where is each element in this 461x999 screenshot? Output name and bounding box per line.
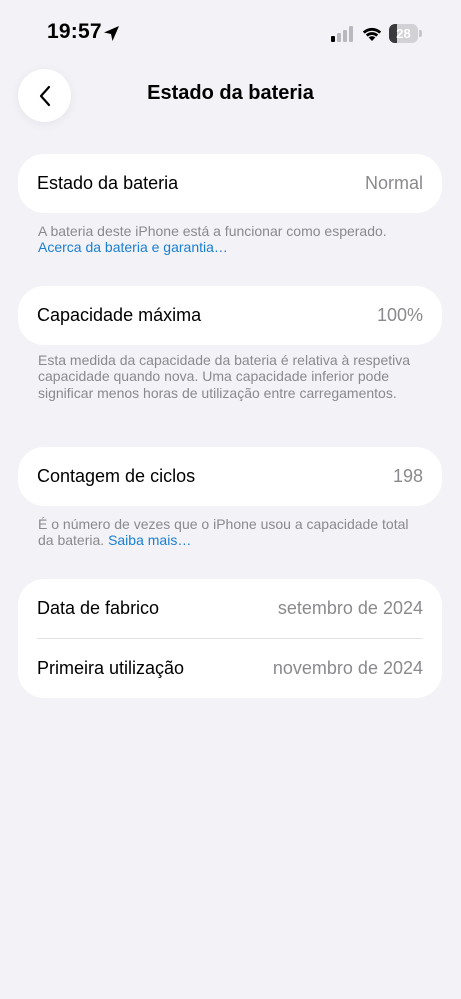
status-bar: 19:57 28 [0, 0, 461, 68]
cycle-count-row: Contagem de ciclos 198 [18, 447, 442, 506]
battery-health-footnote: A bateria deste iPhone está a funcionar … [38, 223, 418, 256]
cellular-signal-icon [331, 26, 353, 42]
battery-health-description: A bateria deste iPhone está a funcionar … [38, 223, 387, 239]
battery-icon: 28 [389, 24, 423, 43]
location-arrow-icon [104, 26, 119, 41]
battery-health-card: Estado da bateria Normal [18, 154, 442, 213]
battery-health-label: Estado da bateria [37, 173, 179, 193]
battery-level: 28 [396, 26, 411, 41]
battery-health-row: Estado da bateria Normal [18, 154, 442, 213]
manufacture-date-value: setembro de 2024 [277, 598, 423, 618]
battery-health-value: Normal [364, 173, 423, 193]
manufacture-date-label: Data de fabrico [37, 598, 160, 618]
cycle-count-label: Contagem de ciclos [37, 466, 196, 486]
dates-card: Data de fabrico setembro de 2024 Primeir… [18, 579, 442, 698]
first-use-value: novembro de 2024 [272, 658, 423, 678]
cycle-count-footnote: É o número de vezes que o iPhone usou a … [38, 516, 418, 549]
cycle-count-description: É o número de vezes que o iPhone usou a … [38, 516, 409, 549]
status-time: 19:57 [47, 20, 102, 43]
first-use-label: Primeira utilização [37, 658, 185, 678]
wifi-icon [362, 27, 382, 41]
learn-more-link[interactable]: Saiba mais… [108, 532, 191, 548]
cycle-count-value: 198 [392, 466, 423, 486]
battery-warranty-link[interactable]: Acerca da bateria e garantia… [38, 239, 228, 255]
max-capacity-value: 100% [376, 305, 423, 325]
max-capacity-label: Capacidade máxima [37, 305, 202, 325]
max-capacity-footnote: Esta medida da capacidade da bateria é r… [38, 352, 418, 401]
first-use-row: Primeira utilização novembro de 2024 [18, 639, 442, 698]
page-title: Estado da bateria [147, 82, 314, 104]
max-capacity-card: Capacidade máxima 100% [18, 286, 442, 345]
max-capacity-row: Capacidade máxima 100% [18, 286, 442, 345]
manufacture-date-row: Data de fabrico setembro de 2024 [18, 579, 442, 638]
max-capacity-description: Esta medida da capacidade da bateria é r… [38, 352, 411, 401]
cycle-count-card: Contagem de ciclos 198 [18, 447, 442, 506]
